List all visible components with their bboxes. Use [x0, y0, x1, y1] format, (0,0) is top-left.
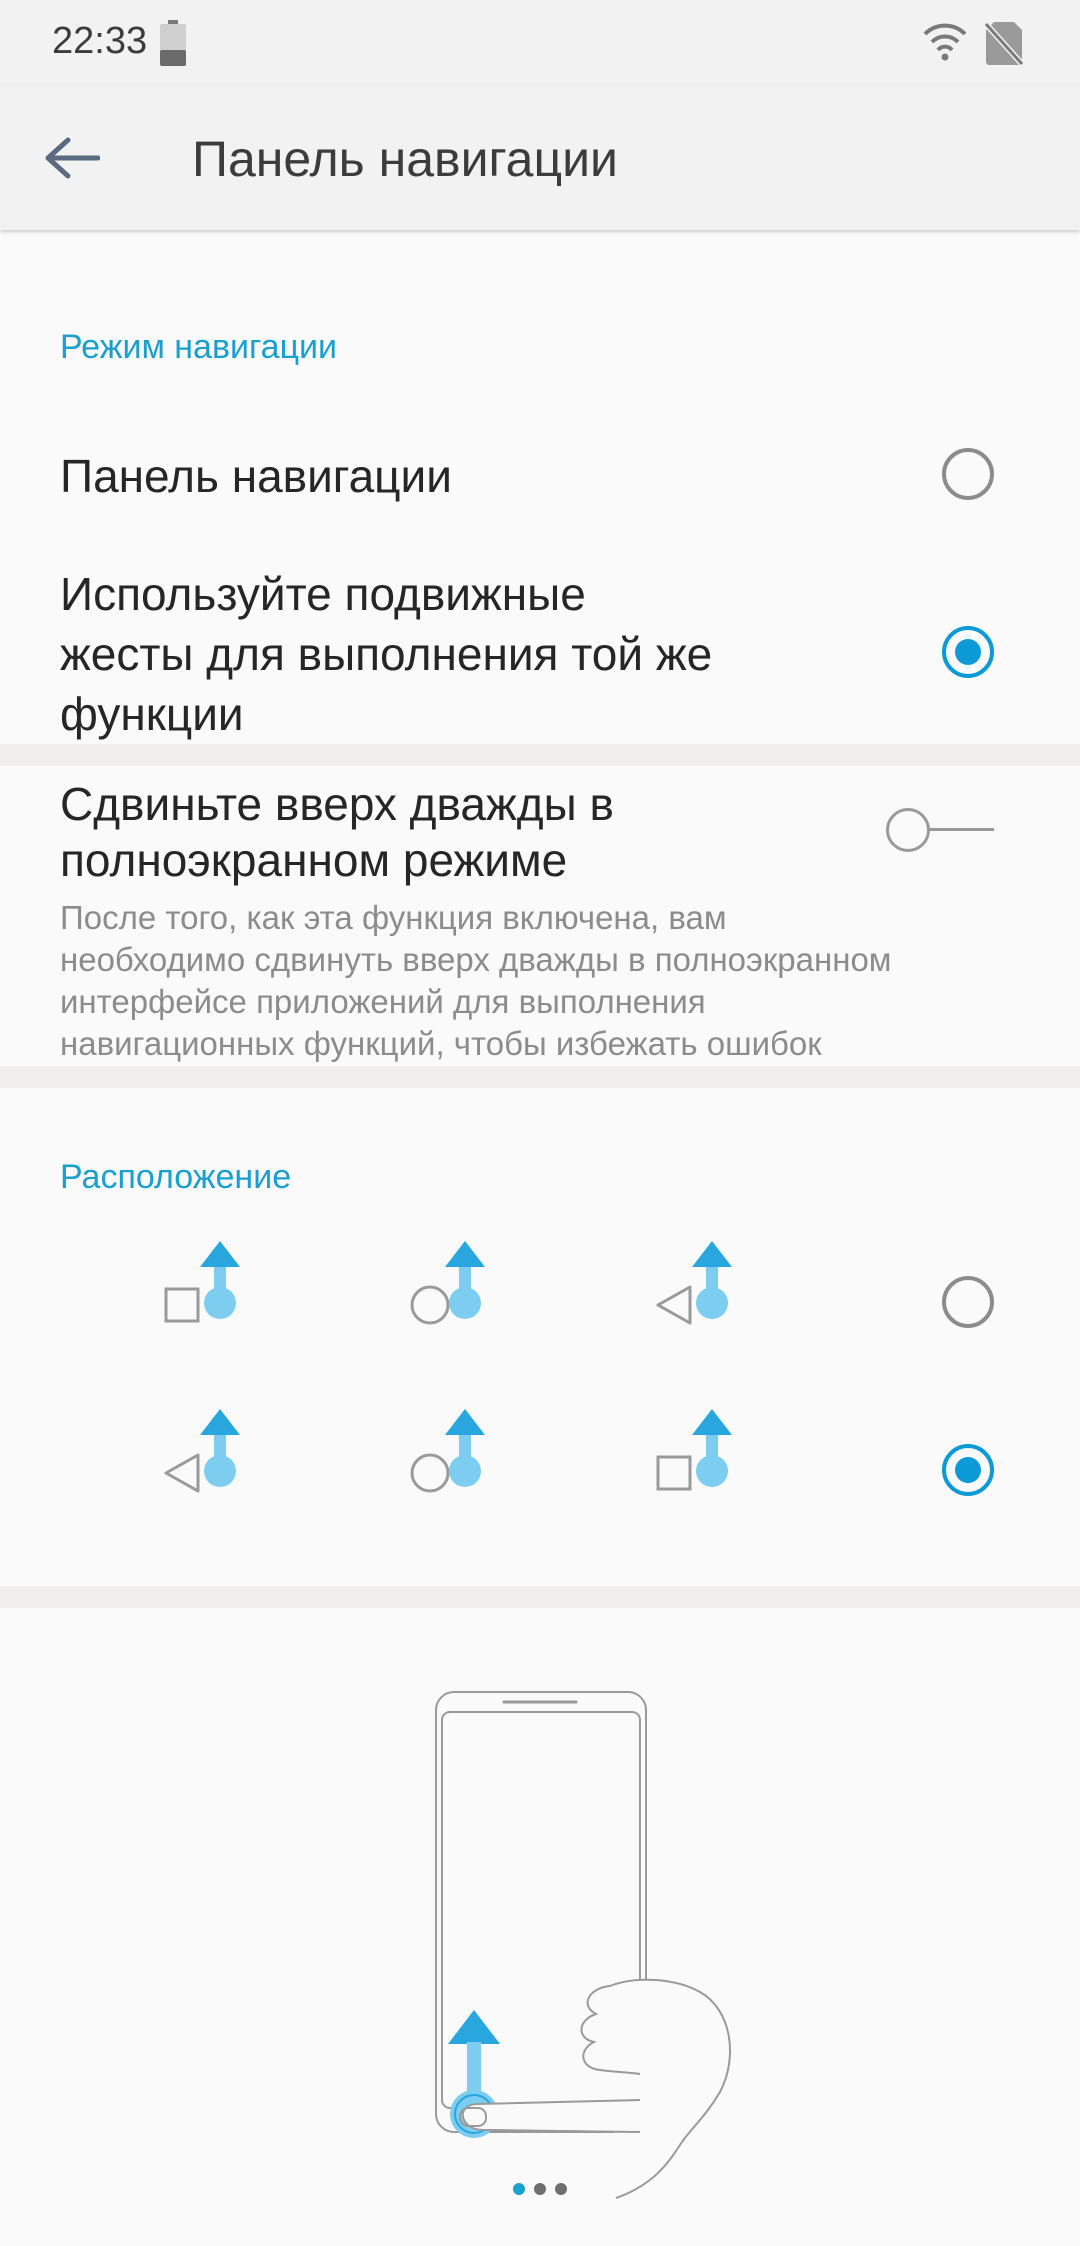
phone-swipe-gesture-illustration — [435, 1691, 731, 2199]
option-gestures-label-line-2: жесты для выполнения той же — [60, 628, 713, 680]
circle-icon — [410, 1241, 485, 1325]
divider — [0, 1066, 1080, 1088]
triangle-back-icon — [656, 1241, 732, 1325]
no-sim-icon — [984, 21, 1024, 66]
radio-gestures[interactable] — [942, 626, 994, 678]
battery-icon — [160, 20, 186, 66]
page-title: Панель навигации — [192, 131, 618, 187]
option-gestures-label-line-1: Используйте подвижные — [60, 568, 586, 620]
swipe-twice-description-line-3: интерфейсе приложений для выполнения — [60, 983, 706, 1020]
circle-icon — [410, 1409, 485, 1493]
swipe-twice-description-line-1: После того, как эта функция включена, ва… — [60, 899, 727, 936]
page-indicator — [513, 2183, 567, 2195]
swipe-twice-description-line-4: навигационных функций, чтобы избежать ош… — [60, 1025, 822, 1062]
option-gestures-label-line-3: функции — [60, 688, 244, 740]
radio-navigation-bar[interactable] — [942, 448, 994, 500]
triangle-back-icon — [164, 1409, 240, 1493]
swipe-twice-title-line-2: полноэкранном режиме — [60, 834, 568, 886]
section-label-navigation-mode: Режим навигации — [60, 328, 338, 366]
radio-layout-2[interactable] — [942, 1444, 994, 1496]
divider — [0, 744, 1080, 766]
divider — [0, 1586, 1080, 1608]
radio-layout-1[interactable] — [942, 1276, 994, 1328]
swipe-twice-title-line-1: Сдвиньте вверх дважды в — [60, 778, 614, 830]
status-time: 22:33 — [52, 20, 148, 62]
toggle-thumb — [886, 808, 930, 852]
square-icon — [164, 1241, 240, 1323]
swipe-twice-description-line-2: необходимо сдвинуть вверх дважды в полно… — [60, 941, 892, 978]
wifi-icon — [923, 23, 967, 61]
swipe-twice-toggle[interactable] — [886, 805, 996, 855]
option-navigation-bar-label: Панель навигации — [60, 450, 452, 502]
square-icon — [656, 1409, 732, 1491]
arrow-back-icon[interactable] — [44, 136, 100, 180]
section-label-layout: Расположение — [60, 1158, 292, 1196]
